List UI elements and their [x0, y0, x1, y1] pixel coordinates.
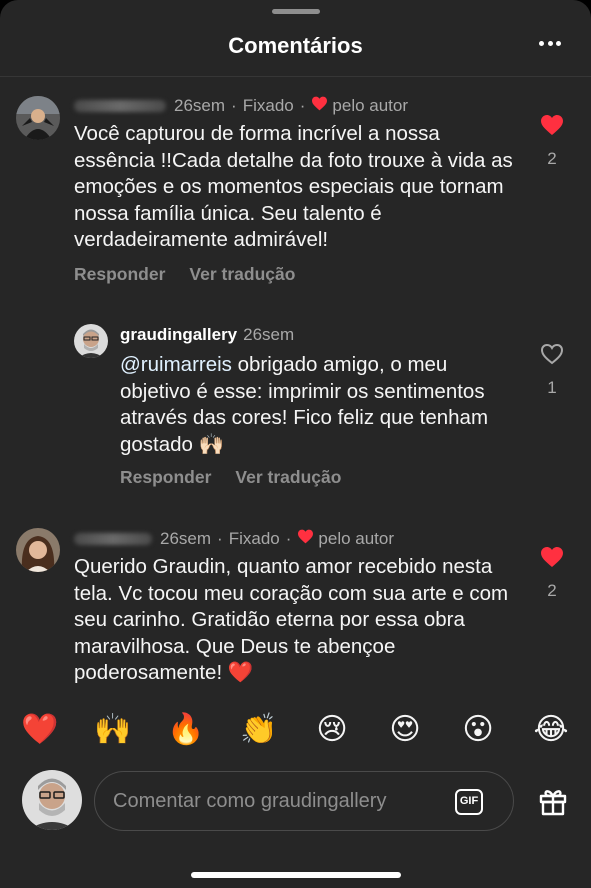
emoji-fire-button[interactable]: 🔥 — [166, 708, 206, 752]
reply-meta: graudingallery 26sem — [120, 325, 294, 345]
comment-text: Querido Graudin, quanto amor recebido ne… — [74, 555, 509, 684]
liked-by-author-label: pelo autor — [332, 96, 409, 115]
avatar[interactable] — [74, 324, 108, 358]
reply-text: @ruimarreis obrigado amigo, o meu objeti… — [120, 352, 500, 458]
comment-text: Você capturou de forma incrível a nossa … — [74, 122, 513, 251]
emoji-laughing-button[interactable]: 😂 — [531, 708, 571, 752]
comment-input-container: GIF — [94, 771, 514, 831]
translate-button[interactable]: Ver tradução — [235, 467, 341, 488]
pinned-label: Fixado — [242, 96, 294, 115]
heart-outline-icon[interactable] — [532, 343, 572, 370]
comment-time: 26sem — [160, 529, 212, 548]
comment-input[interactable] — [113, 772, 443, 830]
avatar[interactable] — [16, 528, 60, 572]
page-title: Comentários — [228, 33, 363, 58]
ellipsis-icon[interactable] — [539, 41, 561, 47]
gift-icon[interactable] — [537, 785, 569, 817]
comment-meta: 26sem · Fixado · pelo autor — [74, 529, 394, 549]
mention-link[interactable]: @ruimarreis — [120, 353, 232, 376]
heart-icon — [311, 96, 328, 116]
like-count: 1 — [547, 378, 557, 397]
pinned-label: Fixado — [228, 529, 280, 548]
emoji-clap-button[interactable]: 👏 — [239, 708, 279, 752]
comment-meta: 26sem · Fixado · pelo autor — [74, 96, 408, 116]
emoji-raised-hands-button[interactable]: 🙌 — [93, 708, 133, 752]
blurred-username[interactable] — [74, 533, 152, 545]
avatar[interactable] — [16, 96, 60, 140]
comment-actions: Responder Ver tradução — [74, 264, 295, 285]
liked-by-author-label: pelo autor — [318, 529, 395, 548]
reply-actions: Responder Ver tradução — [120, 467, 341, 488]
heart-filled-icon[interactable] — [532, 546, 572, 573]
header-divider — [0, 76, 591, 77]
like-column: 2 — [532, 546, 572, 601]
reply-button[interactable]: Responder — [74, 264, 165, 285]
heart-filled-icon[interactable] — [532, 114, 572, 141]
reply-username[interactable]: graudingallery — [120, 325, 237, 345]
emoji-surprised-button[interactable]: 😮 — [458, 708, 498, 752]
translate-button[interactable]: Ver tradução — [189, 264, 295, 285]
blurred-username[interactable] — [74, 100, 166, 112]
like-count: 2 — [547, 581, 557, 600]
reply-button[interactable]: Responder — [120, 467, 211, 488]
emoji-heart-button[interactable]: ❤️ — [20, 708, 60, 752]
emoji-crying-button[interactable]: 😢 — [312, 708, 352, 752]
like-count: 2 — [547, 149, 557, 168]
like-column: 1 — [532, 343, 572, 398]
reply-time: 26sem — [243, 325, 295, 344]
drag-handle[interactable] — [271, 9, 320, 14]
heart-icon — [297, 529, 314, 549]
home-indicator — [190, 872, 401, 878]
avatar[interactable] — [22, 770, 82, 830]
comment-time: 26sem — [174, 96, 226, 115]
header: Comentários — [0, 24, 591, 68]
gif-button[interactable]: GIF — [455, 789, 483, 815]
emoji-heart-eyes-button[interactable]: 😍 — [385, 708, 425, 752]
like-column: 2 — [532, 114, 572, 169]
comments-sheet: Comentários 26sem · Fixado · pelo autor … — [0, 0, 591, 888]
comment-composer: GIF — [0, 768, 591, 834]
emoji-quick-bar: ❤️ 🙌 🔥 👏 😢 😍 😮 😂 — [20, 708, 571, 752]
